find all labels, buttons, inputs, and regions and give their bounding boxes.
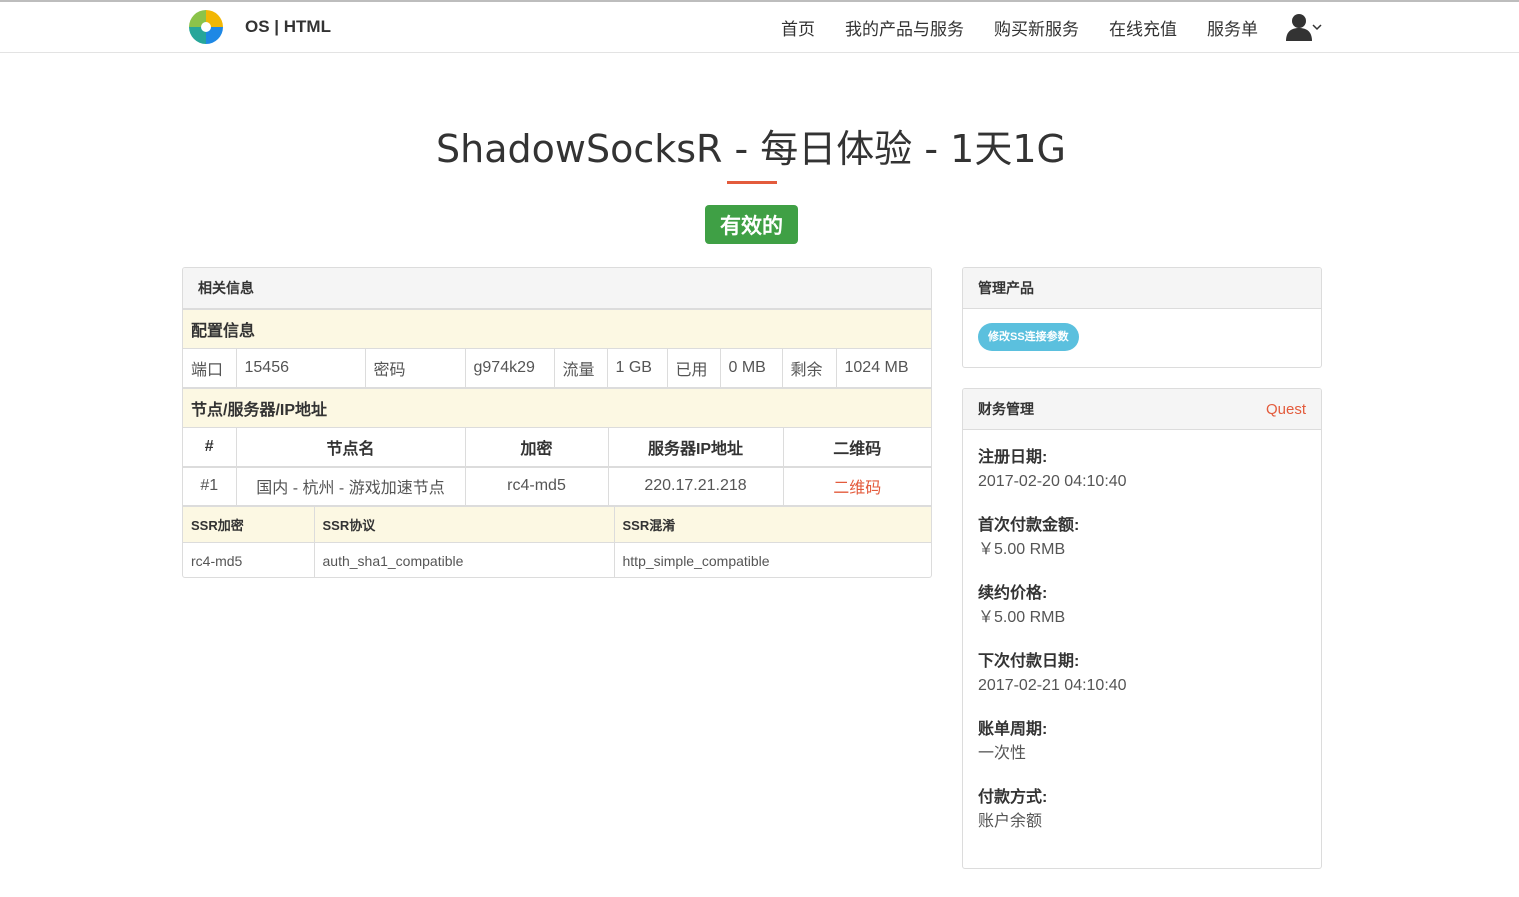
node-index: #1 — [183, 466, 237, 506]
main-nav: 首页 我的产品与服务 购买新服务 在线充值 服务单 — [751, 10, 1322, 44]
billing-cycle-value: 一次性 — [978, 745, 1027, 762]
list-item: 账单周期: 一次性 — [978, 718, 1306, 786]
ssr-col-obfs: SSR混淆 — [613, 506, 931, 543]
traffic-label: 流量 — [553, 348, 608, 388]
list-item: 付款方式: 账户余额 — [978, 786, 1306, 854]
node-col-qr: 二维码 — [782, 427, 931, 468]
password-value: g974k29 — [464, 348, 555, 388]
status-badge: 有效的 — [705, 205, 798, 244]
payment-method-label: 付款方式: — [978, 789, 1048, 806]
ssr-table: SSR加密 SSR协议 SSR混淆 rc4-md5 auth_sha1_comp… — [183, 506, 931, 577]
ssr-protocol-value: auth_sha1_compatible — [313, 542, 615, 577]
renewal-price-label: 续约价格: — [978, 585, 1048, 602]
nav-recharge[interactable]: 在线充值 — [1109, 15, 1177, 40]
node-table: 节点/服务器/IP地址 # 节点名 加密 服务器IP地址 二维码 #1 国内 -… — [183, 388, 931, 506]
used-label: 已用 — [666, 348, 721, 388]
manage-panel-title: 管理产品 — [978, 280, 1034, 296]
nav-my-products[interactable]: 我的产品与服务 — [845, 15, 964, 40]
manage-panel: 管理产品 修改SS连接参数 — [962, 267, 1322, 368]
chevron-down-icon — [1312, 24, 1322, 31]
ssr-value-row: rc4-md5 auth_sha1_compatible http_simple… — [183, 542, 931, 577]
user-menu[interactable] — [1286, 13, 1322, 41]
list-item: 首次付款金额: ￥5.00 RMB — [978, 514, 1306, 582]
next-payment-date-label: 下次付款日期: — [978, 653, 1080, 670]
brand-logo-icon — [189, 10, 223, 44]
top-navbar: OS | HTML 首页 我的产品与服务 购买新服务 在线充值 服务单 — [0, 0, 1519, 53]
first-payment-value: ￥5.00 RMB — [978, 541, 1066, 558]
port-value: 15456 — [235, 348, 366, 388]
node-section-title: 节点/服务器/IP地址 — [183, 388, 931, 428]
list-item: 注册日期: 2017-02-20 04:10:40 — [978, 446, 1306, 514]
traffic-value: 1 GB — [606, 348, 668, 388]
brand[interactable]: OS | HTML — [189, 10, 331, 44]
nav-buy-service[interactable]: 购买新服务 — [994, 15, 1079, 40]
finance-panel-body: 注册日期: 2017-02-20 04:10:40 首次付款金额: ￥5.00 … — [963, 430, 1321, 868]
list-item: 续约价格: ￥5.00 RMB — [978, 582, 1306, 650]
config-table: 配置信息 端口 15456 密码 g974k29 流量 1 GB 已用 0 MB… — [183, 309, 931, 388]
qr-code-link[interactable]: 二维码 — [833, 480, 881, 497]
nav-home[interactable]: 首页 — [781, 15, 815, 40]
node-header-row: # 节点名 加密 服务器IP地址 二维码 — [183, 427, 931, 468]
finance-panel-title: 财务管理 — [978, 401, 1034, 417]
config-section-title: 配置信息 — [183, 309, 931, 349]
renewal-price-value: ￥5.00 RMB — [978, 609, 1066, 626]
ssr-col-encryption: SSR加密 — [183, 506, 315, 543]
brand-name: OS | HTML — [245, 17, 331, 36]
remaining-label: 剩余 — [781, 348, 837, 388]
manage-panel-body: 修改SS连接参数 — [963, 309, 1321, 365]
register-date-label: 注册日期: — [978, 449, 1048, 466]
next-payment-date-value: 2017-02-21 04:10:40 — [978, 677, 1127, 694]
nav-tickets[interactable]: 服务单 — [1207, 15, 1258, 40]
node-col-ip: 服务器IP地址 — [607, 427, 784, 468]
first-payment-label: 首次付款金额: — [978, 517, 1080, 534]
finance-panel-heading: 财务管理 Quest — [963, 389, 1321, 430]
list-item: 下次付款日期: 2017-02-21 04:10:40 — [978, 650, 1306, 718]
info-panel: 相关信息 配置信息 端口 15456 密码 g974k29 流量 1 GB 已用… — [182, 267, 932, 578]
edit-ss-params-button[interactable]: 修改SS连接参数 — [978, 323, 1079, 351]
page-title: ShadowSocksR - 每日体验 - 1天1G — [436, 127, 1066, 171]
node-qr-cell: 二维码 — [782, 466, 931, 506]
title-underline — [727, 181, 777, 184]
node-col-encryption: 加密 — [464, 427, 609, 468]
billing-cycle-label: 账单周期: — [978, 721, 1048, 738]
table-row: #1 国内 - 杭州 - 游戏加速节点 rc4-md5 220.17.21.21… — [183, 466, 931, 506]
config-row: 端口 15456 密码 g974k29 流量 1 GB 已用 0 MB 剩余 1… — [183, 348, 931, 388]
port-label: 端口 — [183, 348, 237, 388]
info-panel-heading: 相关信息 — [183, 268, 931, 309]
ssr-encryption-value: rc4-md5 — [183, 542, 315, 577]
user-icon — [1286, 14, 1312, 41]
config-section-row: 配置信息 — [183, 309, 931, 349]
used-value: 0 MB — [719, 348, 783, 388]
register-date-value: 2017-02-20 04:10:40 — [978, 473, 1127, 490]
node-col-name: 节点名 — [235, 427, 466, 468]
node-ip: 220.17.21.218 — [607, 466, 784, 506]
node-section-row: 节点/服务器/IP地址 — [183, 388, 931, 428]
password-label: 密码 — [364, 348, 466, 388]
info-panel-title: 相关信息 — [198, 280, 254, 296]
ssr-col-protocol: SSR协议 — [313, 506, 615, 543]
remaining-value: 1024 MB — [835, 348, 931, 388]
node-encryption: rc4-md5 — [464, 466, 609, 506]
finance-panel: 财务管理 Quest 注册日期: 2017-02-20 04:10:40 首次付… — [962, 388, 1322, 869]
node-name: 国内 - 杭州 - 游戏加速节点 — [235, 466, 466, 506]
ssr-header-row: SSR加密 SSR协议 SSR混淆 — [183, 506, 931, 543]
manage-panel-heading: 管理产品 — [963, 268, 1321, 309]
node-col-index: # — [183, 427, 237, 468]
quest-link[interactable]: Quest — [1266, 401, 1306, 418]
ssr-obfs-value: http_simple_compatible — [613, 542, 931, 577]
payment-method-value: 账户余额 — [978, 813, 1043, 830]
